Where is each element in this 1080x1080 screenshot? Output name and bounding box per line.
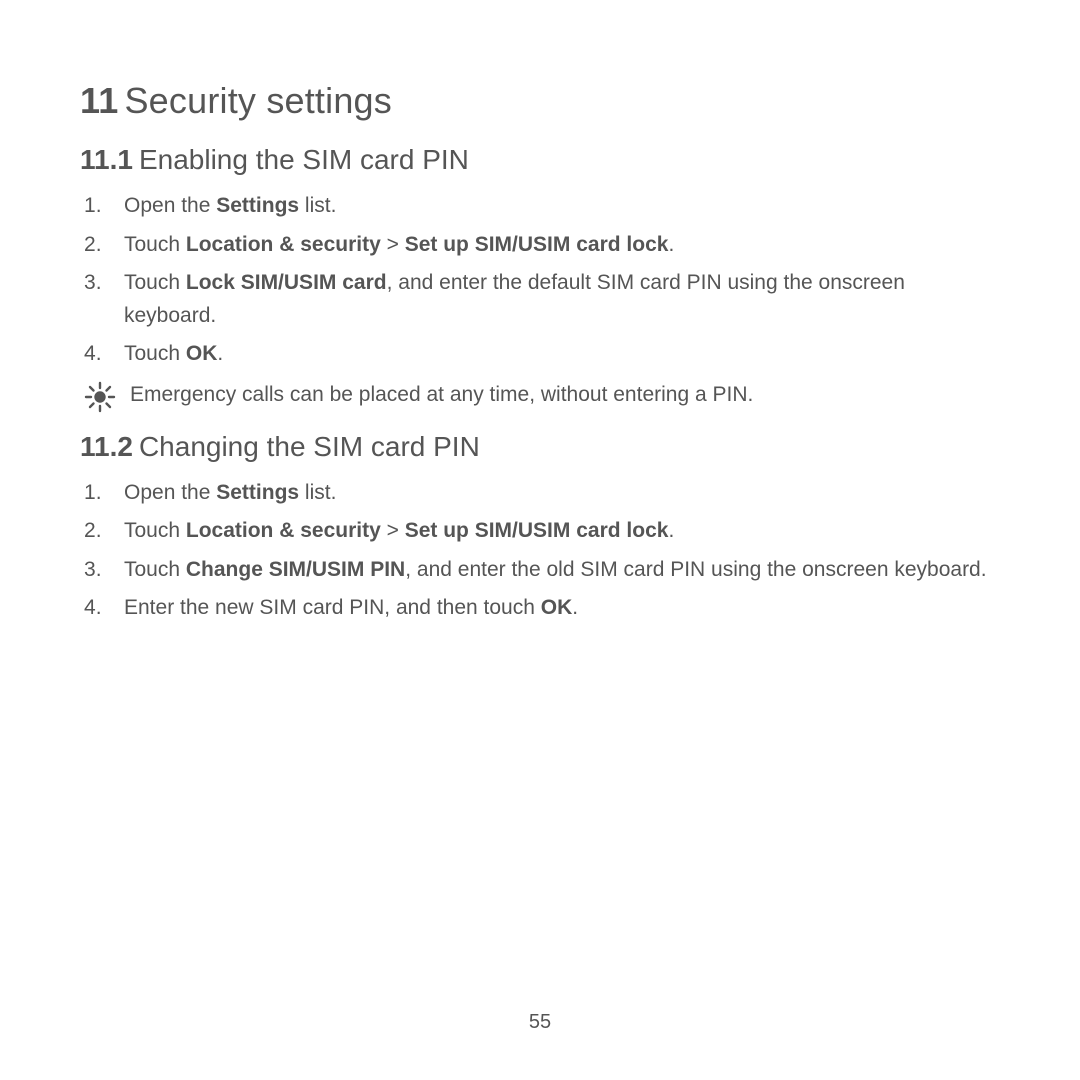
step-bold: Set up SIM/USIM card lock xyxy=(405,519,669,542)
step-item: Touch Lock SIM/USIM card, and enter the … xyxy=(80,267,1000,332)
step-text: list. xyxy=(299,194,336,217)
step-item: Enter the new SIM card PIN, and then tou… xyxy=(80,592,1000,625)
section-title: Changing the SIM card PIN xyxy=(139,431,480,462)
step-bold: Set up SIM/USIM card lock xyxy=(405,233,669,256)
step-text: list. xyxy=(299,481,336,504)
step-text: . xyxy=(572,596,578,619)
step-bold: OK xyxy=(541,596,573,619)
note-block: Emergency calls can be placed at any tim… xyxy=(82,379,1000,413)
chapter-number: 11 xyxy=(80,80,118,121)
step-text: > xyxy=(381,233,405,256)
page-number: 55 xyxy=(0,1011,1080,1034)
step-text: Open the xyxy=(124,481,216,504)
step-bold: Settings xyxy=(216,194,299,217)
step-text: > xyxy=(381,519,405,542)
step-item: Touch Location & security > Set up SIM/U… xyxy=(80,515,1000,548)
step-bold: Settings xyxy=(216,481,299,504)
step-item: Touch OK. xyxy=(80,338,1000,371)
chapter-title: Security settings xyxy=(124,80,392,121)
step-bold: Change SIM/USIM PIN xyxy=(186,558,405,581)
step-bold: OK xyxy=(186,342,218,365)
section-number: 11.1 xyxy=(80,144,133,175)
step-item: Open the Settings list. xyxy=(80,190,1000,223)
section-title: Enabling the SIM card PIN xyxy=(139,144,469,175)
brightness-icon xyxy=(84,381,116,413)
step-item: Touch Change SIM/USIM PIN, and enter the… xyxy=(80,554,1000,587)
step-bold: Lock SIM/USIM card xyxy=(186,271,387,294)
section-heading: 11.2Changing the SIM card PIN xyxy=(80,431,1000,463)
section-number: 11.2 xyxy=(80,431,133,462)
section-heading: 11.1Enabling the SIM card PIN xyxy=(80,144,1000,176)
manual-page: 11Security settings 11.1Enabling the SIM… xyxy=(0,0,1080,1080)
step-text: Touch xyxy=(124,558,186,581)
step-text: Touch xyxy=(124,519,186,542)
step-text: . xyxy=(668,233,674,256)
step-item: Touch Location & security > Set up SIM/U… xyxy=(80,229,1000,262)
step-text: Enter the new SIM card PIN, and then tou… xyxy=(124,596,541,619)
step-text: . xyxy=(217,342,223,365)
step-text: Open the xyxy=(124,194,216,217)
step-bold: Location & security xyxy=(186,519,381,542)
step-item: Open the Settings list. xyxy=(80,477,1000,510)
step-text: . xyxy=(668,519,674,542)
note-text: Emergency calls can be placed at any tim… xyxy=(130,379,753,412)
chapter-heading: 11Security settings xyxy=(80,80,1000,122)
step-text: , and enter the old SIM card PIN using t… xyxy=(405,558,986,581)
step-bold: Location & security xyxy=(186,233,381,256)
step-text: Touch xyxy=(124,233,186,256)
steps-list: Open the Settings list. Touch Location &… xyxy=(80,477,1000,625)
step-text: Touch xyxy=(124,271,186,294)
steps-list: Open the Settings list. Touch Location &… xyxy=(80,190,1000,371)
step-text: Touch xyxy=(124,342,186,365)
